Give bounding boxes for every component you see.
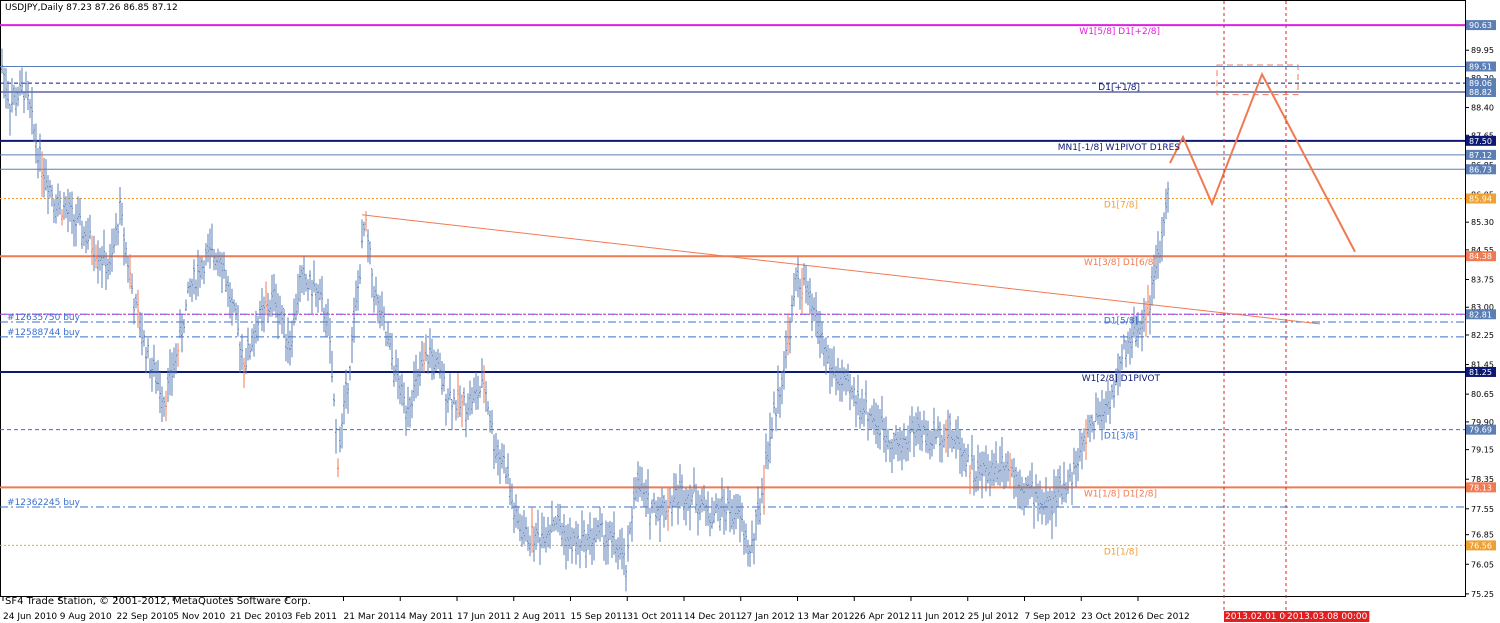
level-label: D1[5/8] [1104,316,1138,326]
time-tick-label: 4 May 2011 [400,612,453,622]
level-label: W1[2/8] D1PIVOT [1082,374,1161,384]
price-tag-label: 89.51 [1469,62,1492,71]
price-tag-label: 90.63 [1469,21,1492,30]
time-tick-label: 17 Jun 2011 [457,612,511,622]
level-label: D1[+1/8] [1098,83,1140,93]
price-tick-label: 85.30 [1471,218,1494,227]
order-label: #12362245 buy [7,498,81,508]
time-tick-label: 14 Dec 2011 [684,612,742,622]
price-tick-label: 83.75 [1471,276,1494,285]
price-tag-label: 81.25 [1469,368,1492,377]
time-tick-label: 24 Jun 2010 [3,612,57,622]
price-tag-label: 88.82 [1469,88,1492,97]
level-label: MN1[-1/8] W1PIVOT D1RES [1058,143,1181,153]
order-label: #12588744 buy [7,328,81,338]
level-label: W1[5/8] D1[+2/8] [1079,27,1160,37]
price-tag-label: 79.69 [1469,426,1492,435]
price-tick-label: 89.95 [1471,46,1494,55]
time-tick-label: 31 Oct 2011 [627,612,683,622]
price-tag-label: 87.50 [1469,137,1492,146]
time-tick-label: 21 Mar 2011 [344,612,401,622]
time-tick-label: 21 Dec 2010 [230,612,288,622]
time-tick-label: 22 Sep 2010 [117,612,174,622]
price-tick-label: 76.05 [1471,560,1494,569]
level-label: D1[3/8] [1104,432,1138,442]
time-tick-label: 2 Aug 2011 [514,612,566,622]
time-tick-label: 25 Jul 2012 [968,612,1019,622]
price-tag-label: 86.73 [1469,165,1492,174]
time-tick-label: 3 Feb 2011 [287,612,337,622]
order-label: #12635750 buy [7,313,81,323]
price-tick-label: 80.65 [1471,390,1494,399]
chart-title: USDJPY,Daily 87.23 87.26 86.85 87.12 [5,3,178,13]
price-tag-label: 76.56 [1469,541,1492,550]
price-tick-label: 76.85 [1471,531,1494,540]
price-tick-label: 88.40 [1471,104,1494,113]
level-label: W1[1/8] D1[2/8] [1084,489,1157,499]
level-label: W1[3/8] D1[6/8] [1084,258,1157,268]
price-tag-label: 87.12 [1469,151,1492,160]
level-label: D1[1/8] [1104,547,1138,557]
time-tick-label: 6 Dec 2012 [1138,612,1190,622]
time-tick-label: 5 Nov 2010 [173,612,225,622]
future-time-label: 2013.03.08 00:00 [1287,612,1368,622]
time-tick-label: 9 Aug 2010 [60,612,112,622]
price-tick-label: 77.55 [1471,505,1494,514]
price-tag-label: 82.81 [1469,310,1492,319]
time-tick-label: 27 Jan 2012 [741,612,795,622]
price-tag-label: 78.13 [1469,483,1492,492]
price-tag-label: 89.06 [1469,79,1492,88]
price-axis: 75.2576.0576.8577.5578.3579.1579.9080.65… [1465,20,1496,599]
price-tick-label: 82.25 [1471,331,1494,340]
price-tag-label: 85.94 [1469,195,1492,204]
price-tag-label: 84.38 [1469,252,1492,261]
price-tick-label: 75.25 [1471,590,1494,599]
time-tick-label: 26 Apr 2012 [854,612,910,622]
time-tick-label: 23 Oct 2012 [1081,612,1137,622]
price-tick-label: 79.15 [1471,446,1494,455]
time-tick-label: 15 Sep 2011 [571,612,628,622]
copyright-text: SF4 Trade Station, © 2001-2012, MetaQuot… [5,596,311,607]
level-label: D1[7/8] [1104,201,1138,211]
time-tick-label: 13 Mar 2012 [798,612,855,622]
time-tick-label: 11 Jun 2012 [911,612,965,622]
price-chart[interactable]: 2013.02.01 00:02013.03.08 00:00 W1[5/8] … [0,0,1500,623]
time-tick-label: 7 Sep 2012 [1025,612,1076,622]
